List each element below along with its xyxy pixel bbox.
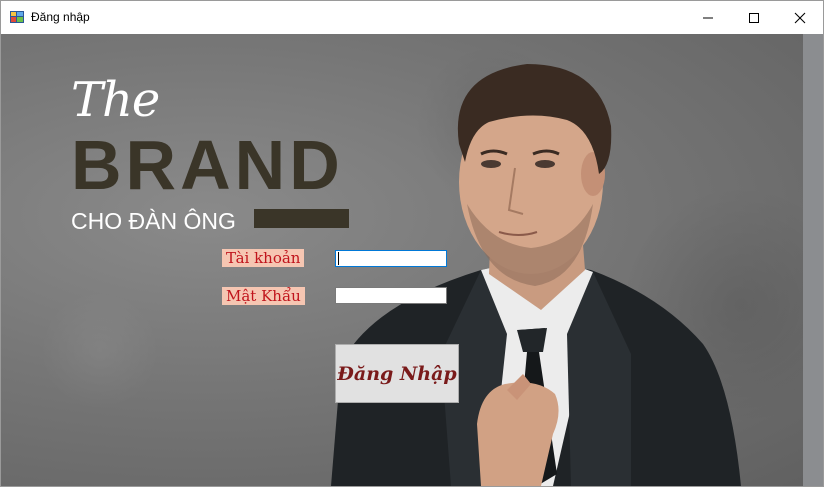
username-label: Tài khoản <box>222 249 305 267</box>
brand-logo-main: BRAND <box>71 126 344 204</box>
brand-logo-bar <box>254 209 349 228</box>
password-input[interactable] <box>335 287 447 304</box>
close-icon <box>794 12 806 23</box>
minimize-button[interactable] <box>685 1 731 34</box>
password-label: Mật Khẩu <box>222 287 305 305</box>
text-caret <box>338 252 339 265</box>
form-client-area: The BRAND CHO ĐÀN ÔNG Tài khoản Mật Khẩu… <box>1 34 823 486</box>
minimize-icon <box>703 17 713 18</box>
background-edge <box>803 34 823 486</box>
login-button[interactable]: Đăng Nhập <box>335 344 459 403</box>
login-window: Đăng nhập The BRAND CHO ĐÀN ÔNG Tài khoả… <box>0 0 824 487</box>
close-button[interactable] <box>777 1 823 34</box>
app-icon <box>10 11 24 23</box>
username-input[interactable] <box>335 250 447 267</box>
maximize-icon <box>749 12 759 23</box>
title-bar[interactable]: Đăng nhập <box>1 1 823 34</box>
maximize-button[interactable] <box>731 1 777 34</box>
window-title: Đăng nhập <box>31 10 90 24</box>
brand-logo-the: The <box>71 72 160 128</box>
brand-logo-subtitle: CHO ĐÀN ÔNG <box>71 208 236 234</box>
